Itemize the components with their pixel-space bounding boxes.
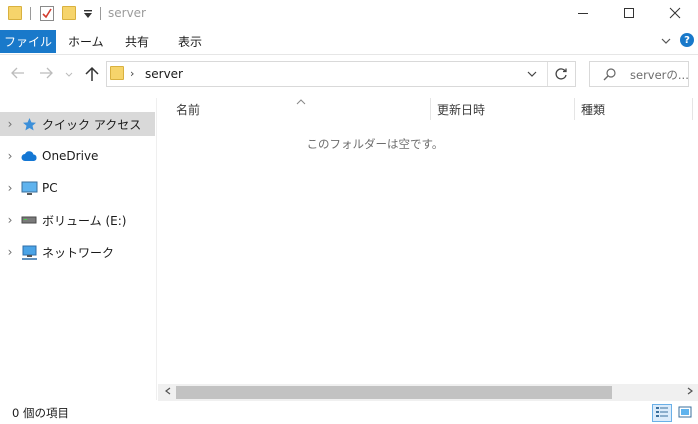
minimize-icon: [577, 7, 589, 23]
minimize-button[interactable]: [560, 0, 606, 30]
tab-home[interactable]: ホーム: [68, 30, 104, 53]
cloud-icon: [20, 148, 38, 164]
sidebar-item-network[interactable]: › ネットワーク: [0, 240, 155, 264]
column-header-type[interactable]: 種類: [581, 98, 691, 120]
sidebar-item-onedrive[interactable]: › OneDrive: [0, 144, 155, 168]
address-folder-icon: [110, 66, 124, 80]
star-icon: [20, 116, 38, 132]
address-divider: [547, 62, 548, 86]
monitor-icon: [20, 180, 38, 196]
scrollbar-thumb[interactable]: [176, 386, 612, 399]
help-icon[interactable]: ?: [680, 33, 694, 47]
scroll-right-button[interactable]: [681, 384, 698, 401]
item-count: 0 個の項目: [12, 406, 69, 420]
ribbon: [0, 30, 698, 55]
qat-dropdown-icon[interactable]: [82, 8, 94, 20]
sidebar-item-label: ボリューム (E:): [42, 213, 127, 228]
folder-icon: [8, 6, 22, 22]
tab-file[interactable]: ファイル: [0, 30, 56, 53]
column-header-name[interactable]: 名前: [176, 98, 428, 120]
details-view-button[interactable]: [652, 404, 672, 422]
scroll-left-button[interactable]: [159, 384, 176, 401]
sidebar-item-pc[interactable]: › PC: [0, 176, 155, 200]
sidebar-item-label: PC: [42, 181, 58, 195]
qat-separator: [30, 7, 31, 20]
details-view-icon: [655, 406, 669, 421]
title-separator: [100, 7, 101, 20]
sidebar-item-volume-e[interactable]: › ボリューム (E:): [0, 208, 155, 232]
expand-chevron-icon[interactable]: ›: [0, 117, 20, 131]
maximize-button[interactable]: [606, 0, 652, 30]
ribbon-expand-chevron-icon[interactable]: [660, 35, 672, 47]
window-title: server: [108, 6, 146, 20]
sidebar-item-label: OneDrive: [42, 149, 99, 163]
up-button[interactable]: [84, 66, 100, 82]
pane-divider[interactable]: [156, 98, 157, 400]
close-icon: [669, 7, 681, 23]
large-icons-view-button[interactable]: [675, 404, 695, 422]
forward-button[interactable]: [36, 64, 56, 84]
refresh-icon: [553, 68, 569, 85]
refresh-button[interactable]: [553, 66, 569, 82]
arrow-up-icon: [84, 66, 100, 85]
back-button[interactable]: [8, 64, 28, 84]
arrow-right-icon: [39, 65, 53, 83]
scroll-right-icon: [686, 387, 694, 398]
status-bar: [0, 402, 698, 424]
expand-chevron-icon[interactable]: ›: [0, 181, 20, 195]
column-separator[interactable]: [692, 98, 693, 120]
scroll-left-icon: [164, 387, 172, 398]
search-placeholder: serverの...: [630, 68, 689, 82]
column-separator[interactable]: [430, 98, 431, 120]
tab-share[interactable]: 共有: [125, 30, 149, 53]
column-separator[interactable]: [574, 98, 575, 120]
close-button[interactable]: [652, 0, 698, 30]
expand-chevron-icon[interactable]: ›: [0, 245, 20, 259]
drive-icon: [20, 212, 38, 228]
large-icons-view-icon: [678, 406, 692, 421]
properties-icon[interactable]: [40, 6, 54, 21]
recent-locations-chevron-icon[interactable]: [64, 69, 74, 79]
tab-view[interactable]: 表示: [178, 30, 202, 53]
arrow-left-icon: [11, 65, 25, 83]
breadcrumb-server[interactable]: server: [145, 67, 183, 81]
sidebar-item-quick-access[interactable]: › クイック アクセス: [0, 112, 155, 136]
sidebar-item-label: クイック アクセス: [42, 117, 142, 132]
address-dropdown-chevron-icon[interactable]: [526, 68, 538, 80]
maximize-icon: [623, 7, 635, 23]
network-icon: [20, 244, 38, 260]
column-header-date-modified[interactable]: 更新日時: [437, 98, 572, 120]
sidebar-item-label: ネットワーク: [42, 245, 115, 260]
search-icon: [603, 67, 617, 81]
breadcrumb-chevron-icon[interactable]: ›: [130, 67, 134, 80]
expand-chevron-icon[interactable]: ›: [0, 149, 20, 163]
empty-folder-message: このフォルダーは空です。: [306, 137, 444, 151]
new-folder-icon[interactable]: [62, 6, 76, 22]
expand-chevron-icon[interactable]: ›: [0, 213, 20, 227]
